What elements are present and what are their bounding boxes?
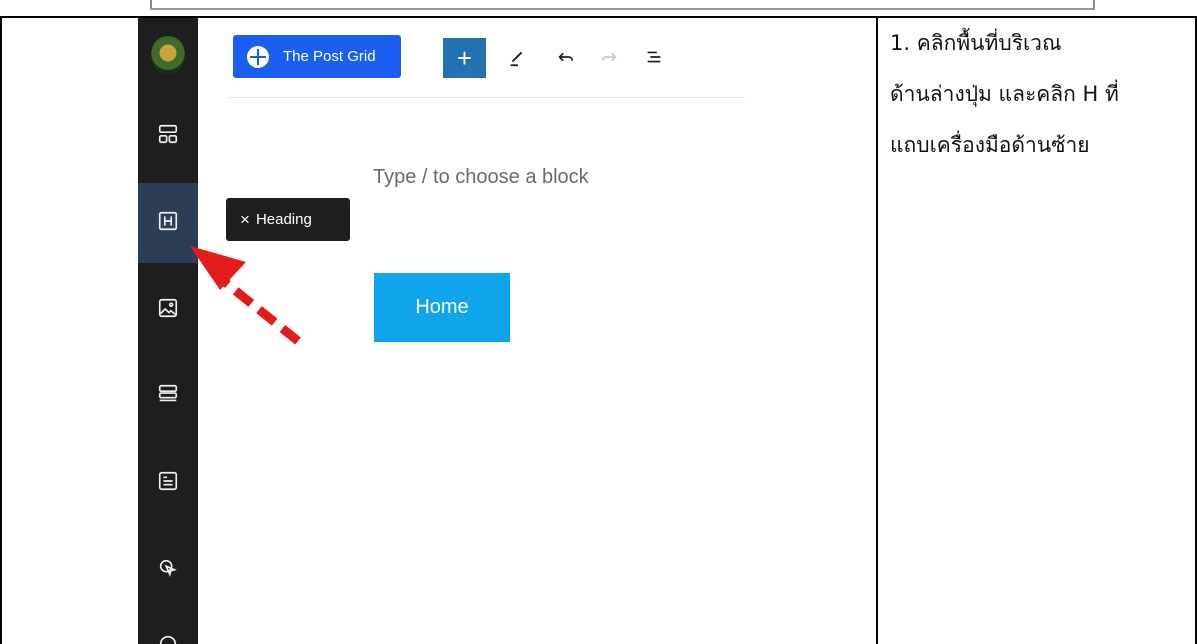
heading-tooltip: × Heading (226, 198, 350, 241)
undo-icon[interactable] (553, 44, 579, 70)
site-logo[interactable] (151, 35, 185, 75)
redo-icon[interactable] (596, 44, 622, 70)
partial-icon (154, 630, 182, 644)
table-border-fragment (150, 8, 1095, 10)
table-border-fragment (150, 0, 152, 8)
table-border-fragment (1093, 0, 1095, 8)
stack-icon[interactable] (154, 380, 182, 408)
table-left-border (0, 16, 2, 644)
editor-screenshot: The Post Grid + Type / to choose a block… (138, 18, 745, 644)
editor-canvas[interactable]: The Post Grid + Type / to choose a block… (198, 18, 745, 644)
add-block-button[interactable]: + (443, 38, 486, 78)
pencil-icon[interactable] (504, 44, 530, 70)
instruction-text: 1. คลิกพื้นที่บริเวณ ด้านล่างปุ่ม และคลิ… (890, 18, 1190, 171)
image-icon[interactable] (154, 294, 182, 322)
list-view-icon[interactable] (641, 44, 667, 70)
post-grid-button[interactable]: The Post Grid (233, 35, 401, 78)
text-block-icon[interactable] (154, 467, 182, 495)
editor-sidebar (138, 18, 198, 644)
post-grid-label: The Post Grid (283, 48, 376, 65)
tooltip-label: Heading (255, 211, 312, 228)
block-placeholder[interactable]: Type / to choose a block (373, 166, 589, 189)
toolbar-divider (227, 97, 745, 98)
heading-icon[interactable] (154, 207, 182, 235)
post-grid-icon (247, 45, 269, 68)
pointer-icon[interactable] (154, 554, 182, 582)
instruction-line: ด้านล่างปุ่ม และคลิก H ที่ (890, 82, 1119, 106)
instruction-line: แถบเครื่องมือด้านซ้าย (890, 133, 1090, 157)
instruction-line: 1. คลิกพื้นที่บริเวณ (890, 31, 1062, 55)
layout-grid-icon[interactable] (154, 120, 182, 148)
close-icon[interactable]: × (240, 210, 250, 230)
home-button[interactable]: Home (374, 273, 510, 342)
table-column-divider (876, 16, 878, 644)
